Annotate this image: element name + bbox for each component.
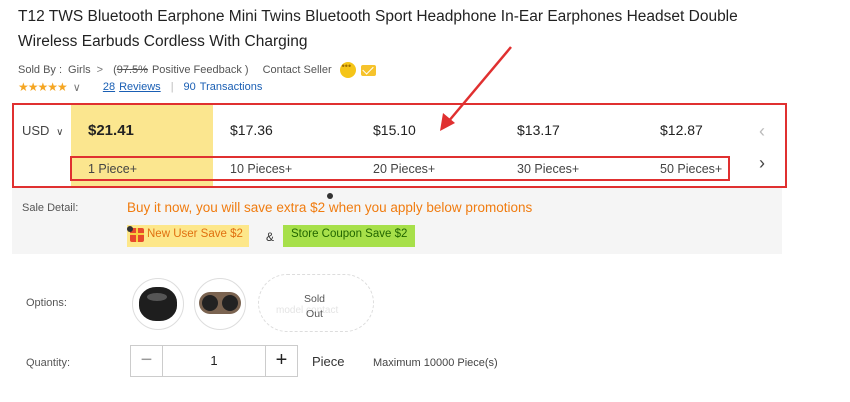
reviews-count[interactable]: 28: [103, 81, 115, 93]
transactions-count[interactable]: 90: [184, 81, 196, 93]
quantity-label: Quantity:: [26, 357, 71, 369]
product-title: T12 TWS Bluetooth Earphone Mini Twins Bl…: [18, 8, 738, 50]
earbuds-image: [199, 292, 241, 314]
currency-selector[interactable]: USD ∨: [22, 123, 63, 138]
quantity-unit: Piece: [312, 354, 345, 369]
quantity-input[interactable]: 1: [163, 346, 265, 376]
sale-detail-label: Sale Detail:: [22, 202, 79, 214]
sold-by-label: Sold By :: [18, 64, 63, 76]
chat-icon[interactable]: [339, 61, 356, 78]
cursor-dot: [327, 193, 333, 199]
next-tier-icon[interactable]: ›: [759, 153, 765, 174]
reviews-link[interactable]: Reviews: [119, 81, 161, 93]
tier-price[interactable]: $17.36: [230, 122, 273, 138]
quantity-stepper: − 1 +: [130, 345, 298, 377]
rating-row: ★★★★★ ∨ 28 Reviews | 90 Transactions: [18, 80, 262, 94]
cursor-dot: [127, 226, 133, 232]
earbuds-image: [139, 287, 177, 321]
decrement-button[interactable]: −: [131, 346, 163, 376]
tier-quantity: 1 Piece+: [88, 162, 137, 176]
tier-quantity: 50 Pieces+: [660, 162, 723, 176]
rating-separator: |: [170, 81, 174, 93]
option-thumbnail-brown-earbuds[interactable]: [194, 278, 246, 330]
feedback-percent: 97.5%: [116, 64, 148, 76]
tier-quantity: 20 Pieces+: [373, 162, 436, 176]
prev-tier-icon[interactable]: ‹: [759, 121, 765, 142]
rating-stars-icon[interactable]: ★★★★★: [18, 80, 68, 94]
tier-quantity: 30 Pieces+: [517, 162, 580, 176]
seller-chevron-icon[interactable]: >: [97, 64, 103, 76]
store-coupon[interactable]: Store Coupon Save $2: [283, 225, 416, 247]
options-label: Options:: [26, 297, 67, 309]
seller-row: Sold By : Girls > ( 97.5% Positive Feedb…: [18, 61, 376, 78]
quantity-max-note: Maximum 10000 Piece(s): [373, 357, 498, 369]
tier-quantity: 10 Pieces+: [230, 162, 293, 176]
contact-seller-link[interactable]: Contact Seller: [263, 64, 332, 76]
increment-button[interactable]: +: [265, 346, 297, 376]
sold-out-line: Sold: [304, 293, 326, 305]
sold-out-label: Sold Out: [304, 292, 325, 322]
tier-price[interactable]: $15.10: [373, 122, 416, 138]
rating-chevron-icon[interactable]: ∨: [73, 81, 81, 94]
option-thumbnail-black-earbuds[interactable]: [132, 278, 184, 330]
seller-name-link[interactable]: Girls: [68, 64, 91, 76]
mail-icon[interactable]: [360, 64, 376, 76]
transactions-link[interactable]: Transactions: [200, 81, 263, 93]
tier-price[interactable]: $12.87: [660, 122, 703, 138]
feedback-suffix: Positive Feedback ): [151, 64, 249, 76]
currency-chevron-icon: ∨: [56, 127, 64, 138]
tier-price[interactable]: $13.17: [517, 122, 560, 138]
new-user-coupon-label: New User Save $2: [147, 228, 243, 240]
new-user-coupon[interactable]: New User Save $2: [127, 225, 249, 247]
currency-code: USD: [22, 123, 50, 138]
sold-out-line: Out: [306, 308, 323, 320]
promo-text: Buy it now, you will save extra $2 when …: [127, 200, 533, 215]
store-coupon-label: Store Coupon Save $2: [291, 228, 408, 240]
tier-price[interactable]: $21.41: [88, 122, 134, 139]
price-tier-box: USD ∨ $21.41 $17.36 $15.10 $13.17 $12.87…: [12, 103, 787, 188]
coupon-ampersand: &: [266, 230, 275, 244]
